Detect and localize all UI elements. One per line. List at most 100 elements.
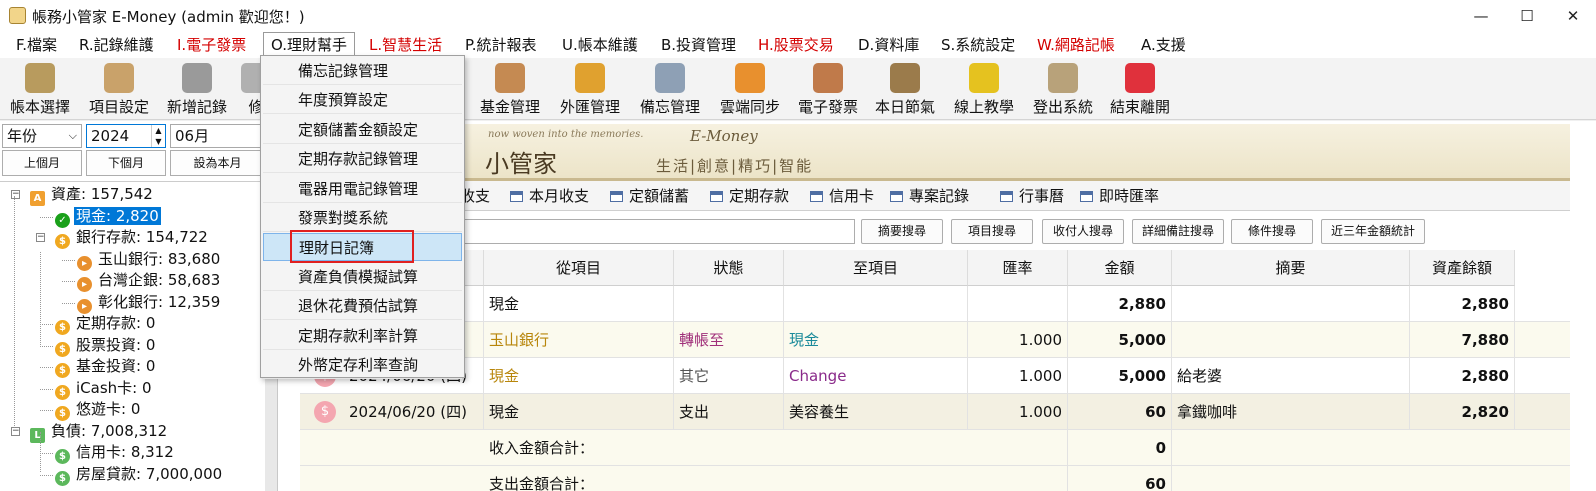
toolbar-button-11[interactable]: 登出系統 [1024, 58, 1102, 120]
tree-expander[interactable]: − [36, 233, 45, 242]
search-button-1[interactable]: 項目搜尋 [951, 219, 1033, 244]
tree-node[interactable]: $ iCash卡: 0 [55, 378, 154, 400]
search-button-2[interactable]: 收付人搜尋 [1042, 219, 1124, 244]
dropdown-item-9[interactable]: 定期存款利率計算 [263, 322, 462, 350]
table-row[interactable]: 現金 2,880 2,880 [300, 286, 1570, 322]
menu-item-10[interactable]: S.系統設定 [934, 32, 1022, 58]
total-label: 收入金額合計： [484, 430, 1068, 466]
toolbar-button-2[interactable]: 新增記錄 [158, 58, 236, 120]
cell-rate: 1.000 [968, 322, 1068, 358]
tree-node[interactable]: $ 定期存款: 0 [55, 313, 157, 335]
tab-4[interactable]: 信用卡 [810, 181, 874, 211]
grid-header-0[interactable]: 從項目 [484, 250, 674, 286]
tree-node[interactable]: $ 悠遊卡: 0 [55, 399, 142, 421]
tree-node-label: 悠遊卡: 0 [76, 400, 141, 418]
tab-6[interactable]: 行事曆 [1000, 181, 1064, 211]
month-select[interactable]: 06月 [170, 124, 265, 148]
toolbar-button-12[interactable]: 結束離開 [1102, 58, 1178, 120]
menu-item-2[interactable]: I.電子發票 [170, 32, 253, 58]
menu-item-5[interactable]: P.統計報表 [458, 32, 543, 58]
menu-item-1[interactable]: R.記錄維護 [72, 32, 161, 58]
tree-node-label: 銀行存款: 154,722 [76, 228, 208, 246]
minimize-button[interactable]: — [1458, 0, 1504, 32]
dropdown-item-0[interactable]: 備忘記錄管理 [263, 57, 462, 85]
tree-node-icon: $ [55, 470, 70, 486]
table-row[interactable]: $2024/06/20 (四)現金其它Change1.0005,000給老婆2,… [300, 358, 1570, 394]
menu-item-8[interactable]: H.股票交易 [751, 32, 841, 58]
search-input[interactable] [460, 219, 855, 244]
toolbar-button-8[interactable]: 電子發票 [790, 58, 866, 120]
tab-3[interactable]: 定期存款 [710, 181, 789, 211]
tree-node[interactable]: $ 房屋貸款: 7,000,000 [55, 464, 224, 486]
chevron-down-icon: ⌵ [68, 129, 77, 142]
cell-date: 2024/06/20 (四) [344, 394, 484, 430]
dropdown-item-1[interactable]: 年度預算設定 [263, 86, 462, 115]
toolbar-button-6[interactable]: 備忘管理 [630, 58, 710, 120]
tree-node[interactable]: L 負債: 7,008,312 [30, 421, 169, 443]
tree-expander[interactable]: − [11, 426, 20, 436]
year-spinner[interactable]: 2024 ▲ ▼ [86, 124, 166, 148]
tree-node-label: 房屋貸款: 7,000,000 [76, 464, 223, 483]
menu-item-6[interactable]: U.帳本維護 [555, 32, 645, 58]
dropdown-item-10[interactable]: 外幣定存利率查詢 [263, 351, 462, 379]
toolbar-button-10[interactable]: 線上教學 [944, 58, 1024, 120]
prev-month-button[interactable]: 上個月 [2, 150, 82, 176]
grid-header-5[interactable]: 摘要 [1172, 250, 1410, 286]
tree-node[interactable]: A 資產: 157,542 [30, 184, 155, 206]
menu-item-12[interactable]: A.支援 [1134, 32, 1193, 58]
toolbar-button-0[interactable]: 帳本選擇 [0, 58, 80, 120]
menu-item-11[interactable]: W.網路記帳 [1030, 32, 1122, 58]
menu-item-0[interactable]: F.檔案 [9, 32, 64, 58]
tab-5[interactable]: 專案記錄 [890, 181, 969, 211]
grid-header-6[interactable]: 資產餘額 [1410, 250, 1515, 286]
maximize-button[interactable]: ☐ [1504, 0, 1550, 32]
finance-helper-dropdown: 備忘記錄管理 年度預算設定 定額儲蓄金額設定 定期存款記錄管理 電器用電記錄管理 發票對獎… [260, 55, 465, 379]
tree-node[interactable]: ▸ 玉山銀行: 83,680 [77, 249, 222, 271]
tree-node[interactable]: $ 基金投資: 0 [55, 356, 157, 378]
toolbar-button-1[interactable]: 項目設定 [80, 58, 158, 120]
search-button-0[interactable]: 摘要搜尋 [861, 219, 943, 244]
tree-node[interactable]: ▸ 彰化銀行: 12,359 [77, 292, 222, 314]
menu-item-9[interactable]: D.資料庫 [851, 32, 926, 58]
dropdown-item-4[interactable]: 電器用電記錄管理 [263, 175, 462, 203]
next-month-button[interactable]: 下個月 [86, 150, 166, 176]
tree-node[interactable]: $ 銀行存款: 154,722 [55, 227, 210, 249]
grid-header-3[interactable]: 匯率 [968, 250, 1068, 286]
set-this-month-button[interactable]: 設為本月 [170, 150, 265, 176]
search-button-3[interactable]: 詳細備註搜尋 [1132, 219, 1224, 244]
spinner-arrows-icon[interactable]: ▲ ▼ [151, 125, 165, 147]
menu-bar: F.檔案 R.記錄維護 I.電子發票 O.理財幫手 L.智慧生活 P.統計報表 U.帳本維護… [0, 32, 1596, 58]
toolbar-label: 雲端同步 [719, 98, 780, 116]
menu-item-7[interactable]: B.投資管理 [654, 32, 743, 58]
tree-connector [40, 324, 53, 325]
tree-node-icon: $ [55, 449, 70, 464]
table-row[interactable]: 玉山銀行 轉帳至 現金 1.000 5,000 7,880 [300, 322, 1570, 358]
tree-node[interactable]: $ 股票投資: 0 [55, 335, 157, 357]
dropdown-item-3[interactable]: 定期存款記錄管理 [263, 145, 462, 174]
tab-2[interactable]: 定額儲蓄 [610, 181, 689, 211]
toolbar-button-4[interactable]: 基金管理 [470, 58, 550, 120]
dropdown-item-7[interactable]: 資產負債模擬試算 [263, 263, 462, 291]
tree-node[interactable]: ✓ 現金: 2,820 [55, 206, 161, 228]
tree-node-label: 信用卡: 8,312 [76, 443, 174, 461]
dropdown-item-5[interactable]: 發票對獎系統 [263, 204, 462, 232]
dropdown-item-8[interactable]: 退休花費預估試算 [263, 292, 462, 321]
toolbar-button-5[interactable]: 外匯管理 [550, 58, 630, 120]
search-button-4[interactable]: 條件搜尋 [1231, 219, 1313, 244]
tree-node[interactable]: $ 信用卡: 8,312 [55, 442, 176, 464]
tree-connector [62, 281, 75, 282]
tree-expander[interactable]: − [11, 190, 20, 199]
table-row[interactable]: $2024/06/20 (四) 現金 支出 美容養生 1.000 60 拿鐵咖啡 2,820 [300, 394, 1570, 430]
grid-header-4[interactable]: 金額 [1068, 250, 1172, 286]
toolbar-button-7[interactable]: 雲端同步 [710, 58, 790, 120]
tab-1[interactable]: 本月收支 [510, 181, 589, 211]
search-button-5[interactable]: 近三年金額統計 [1321, 219, 1425, 244]
period-type-select[interactable]: 年份 ⌵ [2, 124, 82, 148]
close-button[interactable]: ✕ [1550, 0, 1596, 32]
tree-node[interactable]: ▸ 台灣企銀: 58,683 [77, 270, 222, 292]
toolbar-button-9[interactable]: 本日節氣 [866, 58, 944, 120]
grid-header-1[interactable]: 狀態 [674, 250, 784, 286]
dropdown-item-2[interactable]: 定額儲蓄金額設定 [263, 116, 462, 144]
grid-header-2[interactable]: 至項目 [784, 250, 968, 286]
tab-7[interactable]: 即時匯率 [1080, 181, 1159, 211]
